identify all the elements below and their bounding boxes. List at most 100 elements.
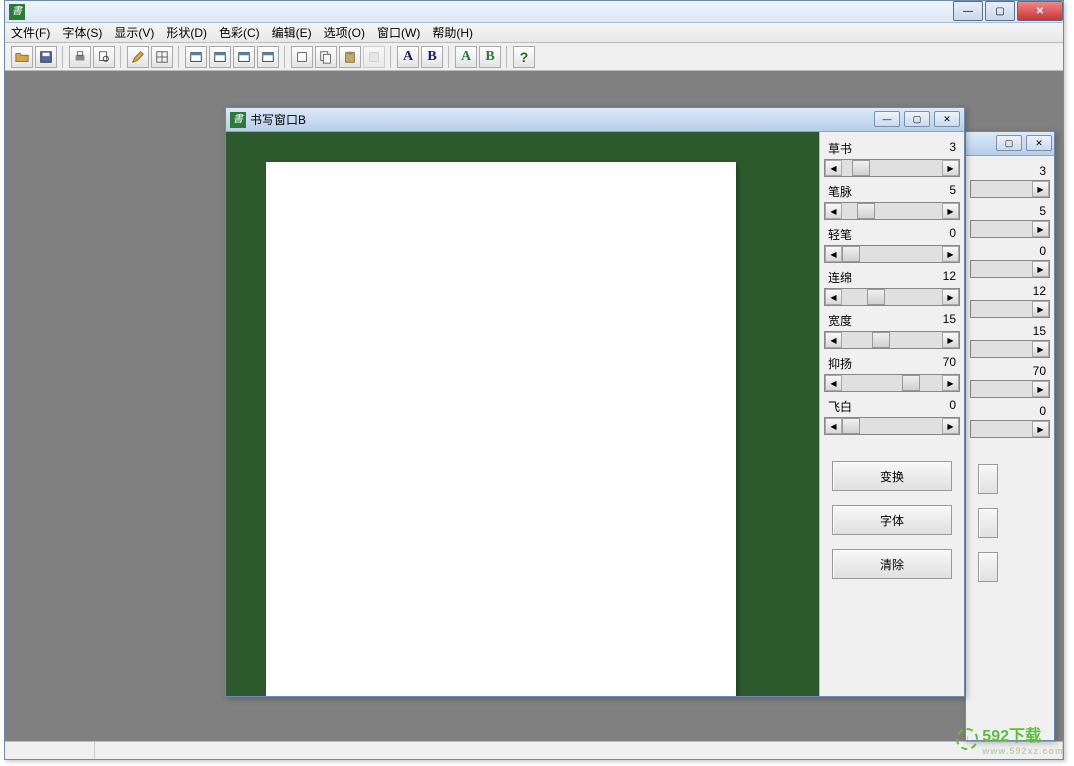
child-maximize-button[interactable] bbox=[904, 111, 930, 127]
child-back-maximize-button[interactable] bbox=[996, 135, 1022, 151]
child-minimize-button[interactable] bbox=[874, 111, 900, 127]
scroll-right-icon[interactable]: ▶ bbox=[942, 332, 959, 348]
menu-window[interactable]: 窗口(W) bbox=[377, 24, 420, 41]
slider-track[interactable] bbox=[842, 203, 942, 219]
scroll-right-icon[interactable]: ▶ bbox=[1032, 421, 1049, 437]
slider-track[interactable] bbox=[842, 246, 942, 262]
slider-scrollbar[interactable]: ◀▶ bbox=[824, 245, 960, 263]
scroll-right-icon[interactable]: ▶ bbox=[1032, 381, 1049, 397]
slider-thumb[interactable] bbox=[842, 418, 860, 434]
slider-track[interactable] bbox=[842, 289, 942, 305]
scroll-right-icon[interactable]: ▶ bbox=[942, 203, 959, 219]
main-close-button[interactable] bbox=[1017, 1, 1063, 21]
menu-color[interactable]: 色彩(C) bbox=[219, 24, 260, 41]
scroll-right-icon[interactable]: ▶ bbox=[1032, 301, 1049, 317]
grid-icon[interactable] bbox=[151, 46, 173, 68]
pencil-icon[interactable] bbox=[127, 46, 149, 68]
scroll-right-icon[interactable]: ▶ bbox=[1032, 181, 1049, 197]
menu-edit[interactable]: 编辑(E) bbox=[272, 24, 312, 41]
cut-icon[interactable] bbox=[291, 46, 313, 68]
child-front-titlebar[interactable]: 書 书写窗口B bbox=[226, 108, 964, 132]
window1-icon[interactable] bbox=[185, 46, 207, 68]
child-close-button[interactable] bbox=[934, 111, 960, 127]
style-a-green-button[interactable]: A bbox=[455, 46, 477, 68]
slider-thumb[interactable] bbox=[902, 375, 920, 391]
slider-track[interactable]: ▶ bbox=[970, 260, 1050, 278]
window4-icon[interactable] bbox=[257, 46, 279, 68]
slider-scrollbar[interactable]: ◀▶ bbox=[824, 331, 960, 349]
scroll-left-icon[interactable]: ◀ bbox=[825, 418, 842, 434]
preview-icon[interactable] bbox=[93, 46, 115, 68]
window2-icon[interactable] bbox=[209, 46, 231, 68]
font-button[interactable]: 字体 bbox=[832, 505, 952, 535]
slider-thumb[interactable] bbox=[867, 289, 885, 305]
save-icon[interactable] bbox=[35, 46, 57, 68]
back-clear-button[interactable] bbox=[978, 552, 998, 582]
style-b-button[interactable]: B bbox=[421, 46, 443, 68]
scroll-right-icon[interactable]: ▶ bbox=[1032, 221, 1049, 237]
menu-help[interactable]: 帮助(H) bbox=[432, 24, 473, 41]
child-back-close-button[interactable] bbox=[1026, 135, 1052, 151]
scroll-right-icon[interactable]: ▶ bbox=[1032, 341, 1049, 357]
scroll-right-icon[interactable]: ▶ bbox=[942, 418, 959, 434]
open-icon[interactable] bbox=[11, 46, 33, 68]
slider-group: 15 ▶ bbox=[970, 324, 1050, 358]
menu-shape[interactable]: 形状(D) bbox=[166, 24, 207, 41]
slider-scrollbar[interactable]: ◀▶ bbox=[824, 159, 960, 177]
slider-scrollbar[interactable]: ◀▶ bbox=[824, 417, 960, 435]
style-a-button[interactable]: A bbox=[397, 46, 419, 68]
help-icon[interactable]: ? bbox=[513, 46, 535, 68]
back-transform-button[interactable] bbox=[978, 464, 998, 494]
slider-track[interactable] bbox=[842, 375, 942, 391]
main-minimize-button[interactable] bbox=[953, 1, 983, 21]
scroll-right-icon[interactable]: ▶ bbox=[942, 160, 959, 176]
slider-scrollbar[interactable]: ◀▶ bbox=[824, 202, 960, 220]
paste-icon[interactable] bbox=[339, 46, 361, 68]
scroll-left-icon[interactable]: ◀ bbox=[825, 289, 842, 305]
scroll-right-icon[interactable]: ▶ bbox=[942, 375, 959, 391]
delete-icon[interactable] bbox=[363, 46, 385, 68]
menu-font[interactable]: 字体(S) bbox=[62, 24, 102, 41]
scroll-left-icon[interactable]: ◀ bbox=[825, 332, 842, 348]
clear-button[interactable]: 清除 bbox=[832, 549, 952, 579]
slider-group: 3 ▶ bbox=[970, 164, 1050, 198]
slider-thumb[interactable] bbox=[842, 246, 860, 262]
slider-track[interactable] bbox=[842, 160, 942, 176]
scroll-right-icon[interactable]: ▶ bbox=[942, 289, 959, 305]
menu-option[interactable]: 选项(O) bbox=[324, 24, 365, 41]
scroll-right-icon[interactable]: ▶ bbox=[1032, 261, 1049, 277]
canvas-area[interactable] bbox=[226, 132, 819, 696]
window3-icon[interactable] bbox=[233, 46, 255, 68]
slider-track[interactable]: ▶ bbox=[970, 420, 1050, 438]
slider-thumb[interactable] bbox=[852, 160, 870, 176]
child-window-front[interactable]: 書 书写窗口B 草书3◀▶笔脉5◀▶轻笔0◀▶连绵12◀▶宽度15◀▶抑扬70◀… bbox=[225, 107, 965, 697]
copy-icon[interactable] bbox=[315, 46, 337, 68]
scroll-right-icon[interactable]: ▶ bbox=[942, 246, 959, 262]
slider-track[interactable]: ▶ bbox=[970, 180, 1050, 198]
slider-track[interactable]: ▶ bbox=[970, 340, 1050, 358]
transform-button[interactable]: 变换 bbox=[832, 461, 952, 491]
scroll-left-icon[interactable]: ◀ bbox=[825, 375, 842, 391]
slider-track[interactable]: ▶ bbox=[970, 380, 1050, 398]
child-window-back[interactable]: 3 ▶ 5 ▶ 0 ▶ 12 ▶ 15 ▶ bbox=[965, 131, 1055, 741]
menu-view[interactable]: 显示(V) bbox=[114, 24, 154, 41]
main-maximize-button[interactable] bbox=[985, 1, 1015, 21]
back-font-button[interactable] bbox=[978, 508, 998, 538]
print-icon[interactable] bbox=[69, 46, 91, 68]
scroll-left-icon[interactable]: ◀ bbox=[825, 160, 842, 176]
main-titlebar[interactable]: 書 bbox=[5, 1, 1063, 23]
slider-thumb[interactable] bbox=[872, 332, 890, 348]
slider-thumb[interactable] bbox=[857, 203, 875, 219]
slider-track[interactable]: ▶ bbox=[970, 300, 1050, 318]
paper[interactable] bbox=[266, 162, 736, 696]
slider-track[interactable]: ▶ bbox=[970, 220, 1050, 238]
style-b-green-button[interactable]: B bbox=[479, 46, 501, 68]
slider-track[interactable] bbox=[842, 332, 942, 348]
slider-track[interactable] bbox=[842, 418, 942, 434]
slider-scrollbar[interactable]: ◀▶ bbox=[824, 374, 960, 392]
menu-file[interactable]: 文件(F) bbox=[11, 24, 50, 41]
slider-scrollbar[interactable]: ◀▶ bbox=[824, 288, 960, 306]
child-back-titlebar[interactable] bbox=[966, 132, 1054, 156]
scroll-left-icon[interactable]: ◀ bbox=[825, 246, 842, 262]
scroll-left-icon[interactable]: ◀ bbox=[825, 203, 842, 219]
